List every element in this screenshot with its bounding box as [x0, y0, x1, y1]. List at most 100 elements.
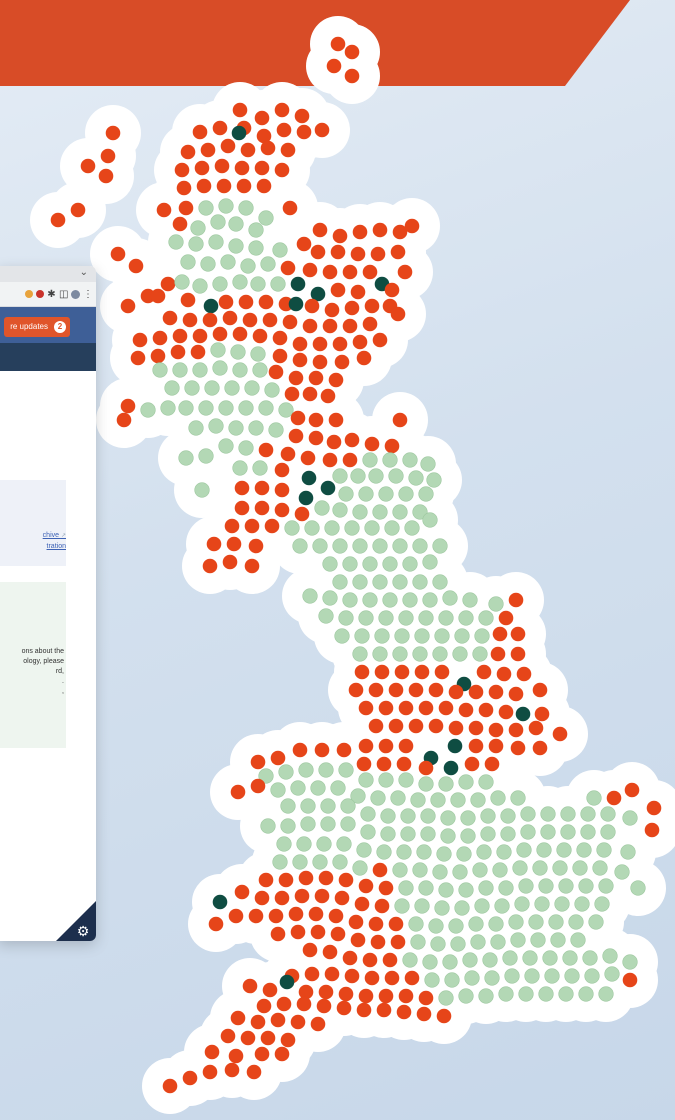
map-dot [304, 520, 320, 536]
map-dot [276, 996, 292, 1012]
map-dot [468, 684, 484, 700]
map-dot [360, 824, 376, 840]
map-dot [426, 472, 442, 488]
map-dot [478, 702, 494, 718]
map-dot [382, 592, 398, 608]
sidebar-icon[interactable]: ◫ [59, 289, 68, 300]
extension-icon-red[interactable] [36, 290, 44, 298]
map-dot [368, 468, 384, 484]
notice-text: rd, [55, 668, 64, 675]
map-dot [412, 574, 428, 590]
map-dot [438, 882, 454, 898]
notice-text: ology, please [23, 658, 64, 665]
registration-link[interactable]: tration [47, 543, 66, 550]
map-dot [182, 312, 198, 328]
map-dot [300, 816, 316, 832]
map-dot [314, 888, 330, 904]
map-dot [224, 1062, 240, 1078]
map-dot [504, 968, 520, 984]
map-dot [332, 502, 348, 518]
map-dot [244, 518, 260, 534]
map-dot [280, 1032, 296, 1048]
map-dot [272, 242, 288, 258]
map-dot [508, 592, 524, 608]
map-dot [224, 380, 240, 396]
map-dot [514, 896, 530, 912]
map-dot [378, 738, 394, 754]
puzzle-icon[interactable]: ✱ [47, 289, 56, 300]
map-dot [330, 780, 346, 796]
map-dot [252, 460, 268, 476]
map-dot [402, 556, 418, 572]
map-dot [292, 854, 308, 870]
map-dot [356, 350, 372, 366]
map-dot [256, 178, 272, 194]
map-dot [312, 354, 328, 370]
map-dot [228, 1048, 244, 1064]
archive-link[interactable]: chive ↗ [43, 532, 66, 539]
map-dot [322, 944, 338, 960]
map-dot [492, 626, 508, 642]
map-dot [270, 926, 286, 942]
map-dot [540, 824, 556, 840]
map-dot [396, 756, 412, 772]
map-dot [336, 742, 352, 758]
map-dot [574, 896, 590, 912]
map-dot [432, 574, 448, 590]
map-dot [220, 254, 236, 270]
map-dot [279, 974, 295, 990]
map-dot [240, 142, 256, 158]
map-dot [436, 846, 452, 862]
map-dot [336, 836, 352, 852]
map-dot [296, 124, 312, 140]
map-dot [192, 362, 208, 378]
map-dot [270, 1012, 286, 1028]
map-dot [534, 706, 550, 722]
updates-button[interactable]: re updates 2 [4, 317, 70, 337]
map-dot [404, 970, 420, 986]
map-dot [600, 824, 616, 840]
more-vertical-icon[interactable]: ⋮ [83, 289, 93, 300]
map-dot [198, 200, 214, 216]
map-dot [598, 878, 614, 894]
map-dot [510, 626, 526, 642]
map-dot [160, 276, 176, 292]
map-dot [302, 262, 318, 278]
map-dot [178, 450, 194, 466]
map-dot [448, 918, 464, 934]
map-dot [420, 808, 436, 824]
map-dot [484, 756, 500, 772]
map-dot [498, 610, 514, 626]
settings-corner[interactable]: ⚙ [56, 901, 96, 941]
map-dot [292, 742, 308, 758]
map-dot [620, 844, 636, 860]
map-dot [328, 412, 344, 428]
map-dot [532, 740, 548, 756]
map-dot [458, 702, 474, 718]
map-dot [368, 718, 384, 734]
map-dot [324, 520, 340, 536]
map-dot [394, 628, 410, 644]
map-dot [476, 844, 492, 860]
map-dot [496, 666, 512, 682]
map-dot [272, 330, 288, 346]
map-dot [354, 628, 370, 644]
map-dot [470, 934, 486, 950]
map-dot [412, 538, 428, 554]
map-dot [588, 914, 604, 930]
map-dot [272, 854, 288, 870]
map-dot [192, 124, 208, 140]
map-dot [214, 158, 230, 174]
map-dot [430, 936, 446, 952]
map-dot [378, 610, 394, 626]
extension-icon[interactable] [25, 290, 33, 298]
map-dot [380, 826, 396, 842]
profile-icon[interactable] [71, 289, 80, 299]
chevron-down-icon[interactable]: ⌄ [80, 267, 88, 278]
map-dot [254, 500, 270, 516]
map-dot [580, 824, 596, 840]
map-dot [264, 382, 280, 398]
map-dot [228, 908, 244, 924]
map-dot [280, 818, 296, 834]
gear-icon[interactable]: ⚙ [77, 924, 90, 940]
